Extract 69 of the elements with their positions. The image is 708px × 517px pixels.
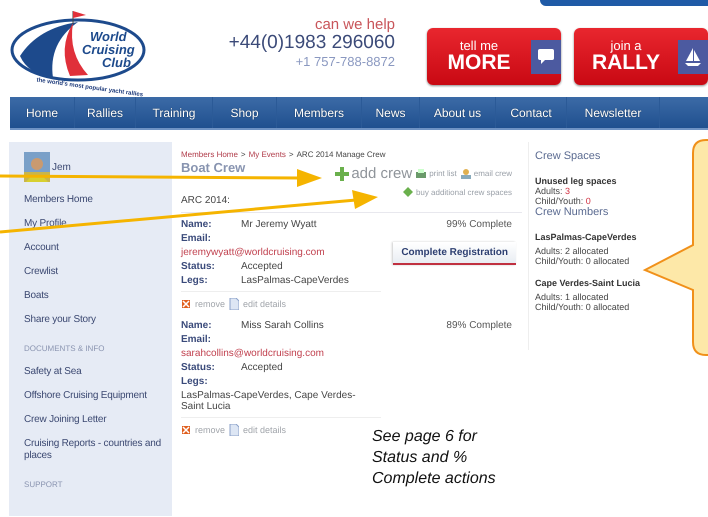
space-count: 0 xyxy=(586,196,591,206)
field-label: Legs: xyxy=(181,275,209,286)
section-title: Crew Numbers xyxy=(535,206,610,218)
space-count: 3 xyxy=(565,186,570,196)
join-rally-button[interactable]: join a RALLY xyxy=(574,28,708,85)
event-name: ARC 2014: xyxy=(181,195,231,206)
field-label: Legs: xyxy=(181,376,209,387)
nav-link[interactable]: News xyxy=(362,97,420,128)
email-link[interactable]: jeremywyatt@worldcruising.com xyxy=(181,247,381,258)
sidebar-link[interactable]: Crew Joining Letter xyxy=(24,408,172,432)
nav-link[interactable]: Home xyxy=(10,97,75,128)
allocation-text: Adults: 2 allocated xyxy=(535,246,610,256)
section-heading: DOCUMENTS & INFO xyxy=(24,343,106,355)
sidebar-link[interactable]: Cruising Reports - countries and places xyxy=(24,432,172,468)
field-value: Accepted xyxy=(241,261,283,272)
logo-text: World xyxy=(90,30,127,44)
phone-number: +1 757-788-8872 xyxy=(296,54,395,69)
field-label: Email: xyxy=(181,334,212,345)
field-value: Miss Sarah Collins xyxy=(241,320,324,331)
sidebar-link[interactable]: Share your Story xyxy=(24,308,172,332)
allocation-text: Child/Youth: 0 allocated xyxy=(535,302,630,312)
field-value: LasPalmas-CapeVerdes, Cape Verdes-Saint Lucia xyxy=(181,390,357,412)
field-label: Name: xyxy=(181,320,213,331)
complete-registration-button[interactable]: Complete Registration xyxy=(393,242,516,265)
section-heading: SUPPORT xyxy=(24,479,64,491)
logo-text: Club xyxy=(102,56,131,70)
note-text: See page 6 for Status and % Complete actions xyxy=(372,427,496,489)
sidebar-link[interactable]: Crewlist xyxy=(24,260,172,284)
page-title: Boat Crew xyxy=(181,161,246,175)
nav-link[interactable]: Contact xyxy=(496,97,567,128)
nav-link[interactable]: About us xyxy=(420,97,496,128)
completion-text: 99% Complete xyxy=(446,219,512,230)
nav-link[interactable]: Training xyxy=(136,97,213,128)
sidebar-link[interactable]: Safety at Sea xyxy=(24,360,172,384)
breadcrumb-separator: > xyxy=(240,150,246,159)
panel-title: Crew Spaces xyxy=(535,150,602,162)
field-label: Status: xyxy=(181,261,216,272)
breadcrumb-link[interactable]: My Events xyxy=(248,150,286,159)
completion-text: 89% Complete xyxy=(446,320,512,331)
breadcrumb-separator: > xyxy=(288,150,294,159)
user-name: Jem xyxy=(52,162,71,173)
leg-name: LasPalmas-CapeVerdes xyxy=(535,232,638,242)
field-value: Mr Jeremy Wyatt xyxy=(241,219,316,230)
sidebar-link[interactable]: Offshore Cruising Equipment xyxy=(24,384,172,408)
field-value: LasPalmas-CapeVerdes xyxy=(241,275,349,286)
tagline: can we help xyxy=(314,16,395,33)
space-label: Adults: xyxy=(535,186,563,196)
breadcrumb-link[interactable]: Members Home xyxy=(181,150,238,159)
section-heading: Unused leg spaces xyxy=(535,176,618,186)
nav-link[interactable]: Newsletter xyxy=(567,97,660,128)
sidebar-link[interactable]: Members Home xyxy=(24,188,172,212)
sidebar-link[interactable]: Account xyxy=(24,236,172,260)
tell-more-button[interactable]: tell me MORE xyxy=(427,28,561,85)
space-label: Child/Youth: xyxy=(535,196,584,206)
breadcrumb-current: ARC 2014 Manage Crew xyxy=(296,150,386,159)
field-label: Email: xyxy=(181,233,212,244)
nav-link[interactable]: Shop xyxy=(213,97,277,128)
field-label: Status: xyxy=(181,362,216,373)
allocation-text: Child/Youth: 0 allocated xyxy=(535,256,630,266)
sidebar-link[interactable]: Boats xyxy=(24,284,172,308)
field-value: Accepted xyxy=(241,362,283,373)
leg-name: Cape Verdes-Saint Lucia xyxy=(535,278,642,288)
logo-text: Cruising xyxy=(82,43,135,57)
email-link[interactable]: sarahcollins@worldcruising.com xyxy=(181,348,381,359)
phone-number: +44(0)1983 296060 xyxy=(228,32,395,54)
field-label: Name: xyxy=(181,219,213,230)
nav-link[interactable]: Rallies xyxy=(75,97,136,128)
nav-link[interactable]: Members xyxy=(277,97,362,128)
allocation-text: Adults: 1 allocated xyxy=(535,292,610,302)
